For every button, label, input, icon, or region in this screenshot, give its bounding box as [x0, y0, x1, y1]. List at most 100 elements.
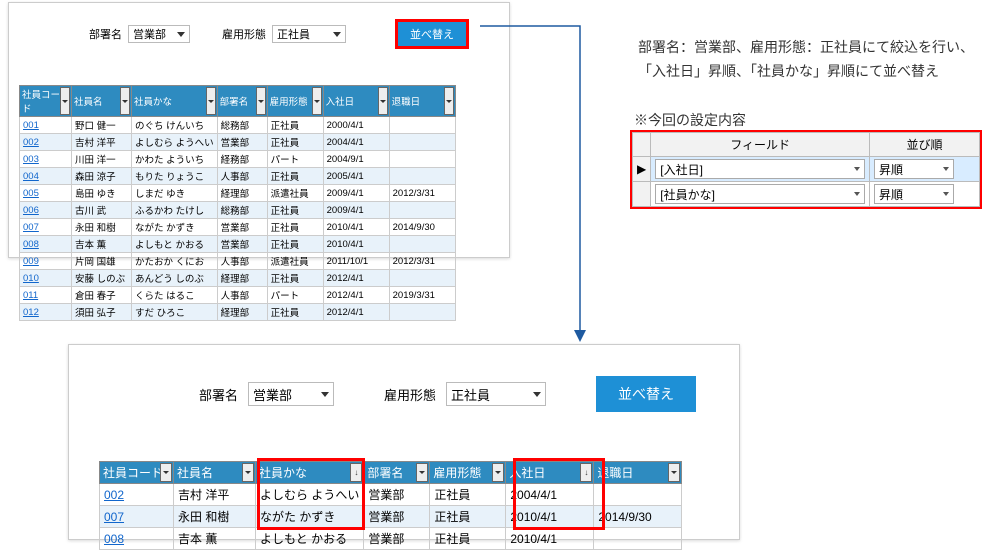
- col-code[interactable]: 社員コード: [20, 86, 72, 117]
- cell-code[interactable]: 005: [20, 185, 72, 202]
- col-code[interactable]: 社員コード: [100, 462, 174, 484]
- cell-hire: 2010/4/1: [323, 219, 389, 236]
- col-emptype[interactable]: 雇用形態: [430, 462, 506, 484]
- cell-leave: [389, 134, 455, 151]
- cell-emptype: 正社員: [267, 168, 323, 185]
- table-row: 009片岡 国雄かたおか くにお人事部派遣社員2011/10/12012/3/3…: [20, 253, 456, 270]
- table-row: 007永田 和樹ながた かずき営業部正社員2010/4/12014/9/30: [20, 219, 456, 236]
- dept-select[interactable]: 営業部: [128, 25, 190, 43]
- cell-code[interactable]: 007: [100, 506, 174, 528]
- sort-button[interactable]: 並べ替え: [398, 22, 466, 46]
- cell-emptype: 正社員: [267, 117, 323, 134]
- table-row: 002吉村 洋平よしむら ようへい営業部正社員2004/4/1: [20, 134, 456, 151]
- cell-code[interactable]: 002: [20, 134, 72, 151]
- cell-code[interactable]: 007: [20, 219, 72, 236]
- dropdown-icon[interactable]: [120, 87, 130, 115]
- settings-row: ▶[入社日]昇順: [633, 157, 980, 182]
- table-row: 002吉村 洋平よしむら ようへい営業部正社員2004/4/1: [100, 484, 682, 506]
- cell-code[interactable]: 001: [20, 117, 72, 134]
- col-leave[interactable]: 退職日: [389, 86, 455, 117]
- dropdown-icon[interactable]: [60, 87, 70, 115]
- cell-name: 吉本 薫: [72, 236, 132, 253]
- cell-name: 川田 洋一: [72, 151, 132, 168]
- table-row: 008吉本 薫よしもと かおる営業部正社員2010/4/1: [100, 528, 682, 550]
- cell-emptype: 正社員: [267, 219, 323, 236]
- dropdown-icon[interactable]: [312, 87, 322, 115]
- emptype-select[interactable]: 正社員: [446, 382, 546, 406]
- cell-emptype: パート: [267, 151, 323, 168]
- cell-dept: 営業部: [217, 134, 267, 151]
- dropdown-icon[interactable]: [492, 463, 504, 482]
- chevron-down-icon: [333, 32, 341, 37]
- cell-kana: よしむら ようへい: [256, 484, 364, 506]
- settings-row: [社員かな]昇順: [633, 182, 980, 207]
- dept-value: 営業部: [133, 26, 166, 42]
- settings-field-cell[interactable]: [社員かな]: [651, 182, 870, 207]
- settings-order-cell[interactable]: 昇順: [870, 157, 980, 182]
- cell-name: 野口 健一: [72, 117, 132, 134]
- cell-leave: [594, 484, 682, 506]
- emptype-select[interactable]: 正社員: [272, 25, 346, 43]
- cell-code[interactable]: 008: [20, 236, 72, 253]
- sort-button-highlight: 並べ替え: [395, 19, 469, 49]
- cell-code[interactable]: 011: [20, 287, 72, 304]
- col-hire[interactable]: 入社日: [506, 462, 594, 484]
- cell-name: 島田 ゆき: [72, 185, 132, 202]
- sort-asc-icon[interactable]: [350, 463, 362, 482]
- cell-leave: 2014/9/30: [389, 219, 455, 236]
- cell-leave: [389, 151, 455, 168]
- cell-code[interactable]: 006: [20, 202, 72, 219]
- description-text: 部署名：営業部、雇用形態：正社員にて絞込を行い、 「入社日」昇順、「社員かな」昇…: [638, 36, 974, 84]
- employee-table-before: 社員コード 社員名 社員かな 部署名 雇用形態 入社日 退職日 001野口 健一…: [19, 85, 456, 321]
- cell-dept: 営業部: [217, 236, 267, 253]
- col-name[interactable]: 社員名: [174, 462, 256, 484]
- dropdown-icon[interactable]: [416, 463, 428, 482]
- table-row: 001野口 健一のぐち けんいち総務部正社員2000/4/1: [20, 117, 456, 134]
- sort-button[interactable]: 並べ替え: [596, 376, 696, 412]
- cell-kana: くらた はるこ: [132, 287, 218, 304]
- settings-field-cell[interactable]: [入社日]: [651, 157, 870, 182]
- cell-hire: 2010/4/1: [323, 236, 389, 253]
- col-dept[interactable]: 部署名: [217, 86, 267, 117]
- cell-leave: 2014/9/30: [594, 506, 682, 528]
- cell-code[interactable]: 004: [20, 168, 72, 185]
- dropdown-icon[interactable]: [206, 87, 216, 115]
- sort-settings-box: フィールド 並び順 ▶[入社日]昇順[社員かな]昇順: [630, 130, 982, 209]
- sort-asc-icon[interactable]: [580, 463, 592, 482]
- settings-order-cell[interactable]: 昇順: [870, 182, 980, 207]
- cell-kana: ながた かずき: [132, 219, 218, 236]
- cell-hire: 2009/4/1: [323, 185, 389, 202]
- cell-name: 古川 武: [72, 202, 132, 219]
- cell-code[interactable]: 009: [20, 253, 72, 270]
- dropdown-icon[interactable]: [378, 87, 388, 115]
- sort-button-wrap: 並べ替え: [593, 373, 699, 415]
- col-leave[interactable]: 退職日: [594, 462, 682, 484]
- cell-name: 倉田 春子: [72, 287, 132, 304]
- col-kana[interactable]: 社員かな: [256, 462, 364, 484]
- cell-dept: 総務部: [217, 117, 267, 134]
- description-line2: 「入社日」昇順、「社員かな」昇順にて並べ替え: [638, 60, 974, 84]
- cell-code[interactable]: 012: [20, 304, 72, 321]
- col-emptype[interactable]: 雇用形態: [267, 86, 323, 117]
- dropdown-icon[interactable]: [242, 463, 254, 482]
- dropdown-icon[interactable]: [160, 463, 172, 482]
- cell-code[interactable]: 010: [20, 270, 72, 287]
- cell-kana: しまだ ゆき: [132, 185, 218, 202]
- cell-hire: 2000/4/1: [323, 117, 389, 134]
- cell-leave: 2012/3/31: [389, 253, 455, 270]
- dropdown-icon[interactable]: [668, 463, 680, 482]
- cell-code[interactable]: 003: [20, 151, 72, 168]
- col-kana[interactable]: 社員かな: [132, 86, 218, 117]
- cell-hire: 2004/4/1: [323, 134, 389, 151]
- col-dept[interactable]: 部署名: [364, 462, 430, 484]
- settings-field-header: フィールド: [651, 133, 870, 157]
- cell-kana: ふるかわ たけし: [132, 202, 218, 219]
- col-hire[interactable]: 入社日: [323, 86, 389, 117]
- cell-code[interactable]: 002: [100, 484, 174, 506]
- cell-code[interactable]: 008: [100, 528, 174, 550]
- dept-select[interactable]: 営業部: [248, 382, 334, 406]
- dropdown-icon[interactable]: [444, 87, 454, 115]
- dropdown-icon[interactable]: [256, 87, 266, 115]
- chevron-down-icon: [177, 32, 185, 37]
- col-name[interactable]: 社員名: [72, 86, 132, 117]
